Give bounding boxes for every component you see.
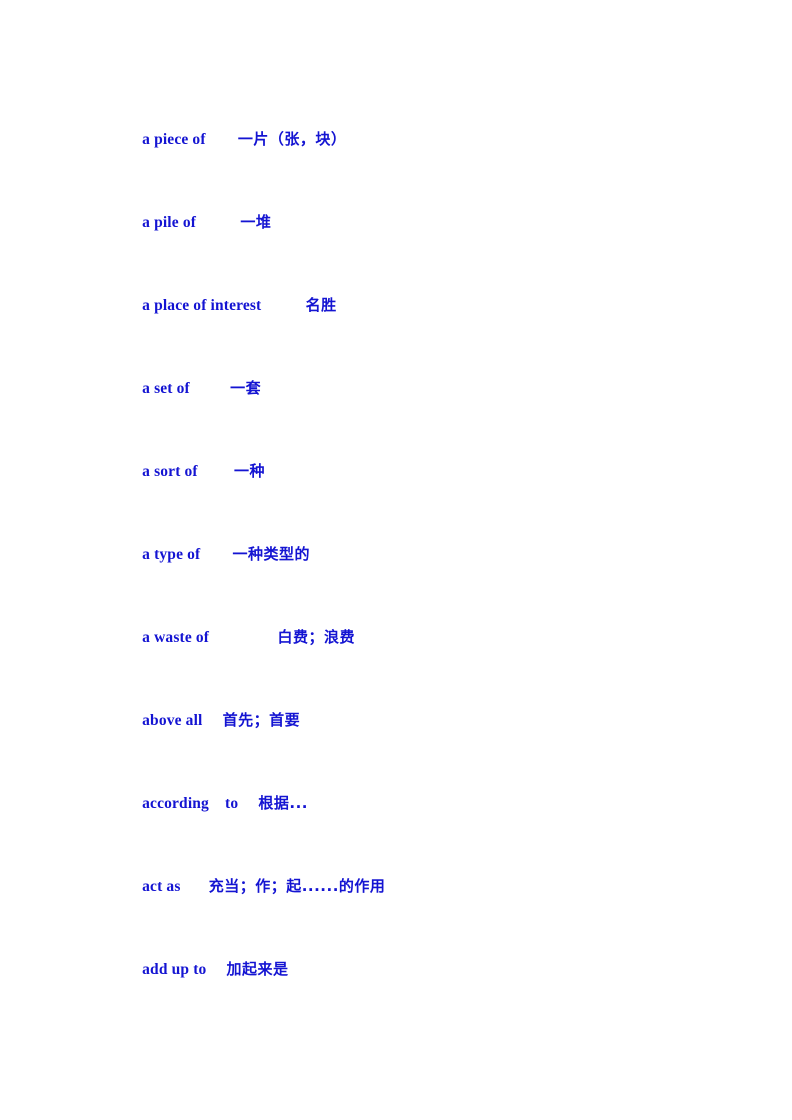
phrase-gap [209,627,277,649]
phrase-english: a waste of [142,629,210,646]
phrase-row: add up to 加起来是 [118,936,738,1019]
phrase-row: act as 充当；作；起......的作用 [118,853,738,936]
phrase-row: a sort of 一种 [118,438,738,521]
phrase-gap [238,793,258,815]
phrase-chinese: 一片（张，块） [237,130,347,148]
phrase-row: according to 根据... [118,770,738,853]
phrase-row: a pile of 一堆 [118,189,738,272]
phrase-row: a set of 一套 [118,355,738,438]
phrase-english: a piece of [142,131,206,148]
phrase-row: a type of 一种类型的 [118,521,738,604]
phrase-list: a piece of 一片（张，块） a pile of 一堆 a place … [118,106,738,1019]
phrase-gap [261,295,305,317]
phrase-english: a set of [142,380,190,397]
phrase-chinese: 充当；作；起......的作用 [208,877,386,895]
phrase-english: a type of [142,546,201,563]
phrase-chinese: 加起来是 [226,960,289,978]
phrase-chinese: 名胜 [305,296,337,314]
phrase-chinese: 根据... [258,794,308,812]
phrase-english: above all [142,712,203,729]
phrase-english: add up to [142,961,207,978]
phrase-chinese: 白费；浪费 [277,628,356,646]
phrase-english: a place of interest [142,297,262,314]
phrase-english: a pile of [142,214,197,231]
phrase-gap [190,378,230,400]
phrase-gap [203,710,223,732]
phrase-english: act as [142,878,181,895]
phrase-gap [206,959,226,981]
phrase-gap [181,876,209,898]
phrase-row: a place of interest 名胜 [118,272,738,355]
phrase-row: a waste of 白费；浪费 [118,604,738,687]
phrase-gap [200,544,232,566]
phrase-chinese: 一种 [233,462,265,480]
phrase-gap [196,212,240,234]
phrase-chinese: 一堆 [240,213,272,231]
phrase-gap [198,461,234,483]
phrase-row: a piece of 一片（张，块） [118,106,738,189]
phrase-chinese: 首先；首要 [222,711,301,729]
phrase-row: above all 首先；首要 [118,687,738,770]
phrase-english: a sort of [142,463,198,480]
phrase-chinese: 一种类型的 [232,545,311,563]
document-page: a piece of 一片（张，块） a pile of 一堆 a place … [0,0,792,1120]
phrase-gap [206,129,238,151]
phrase-english: according to [142,795,239,812]
phrase-chinese: 一套 [230,379,262,397]
